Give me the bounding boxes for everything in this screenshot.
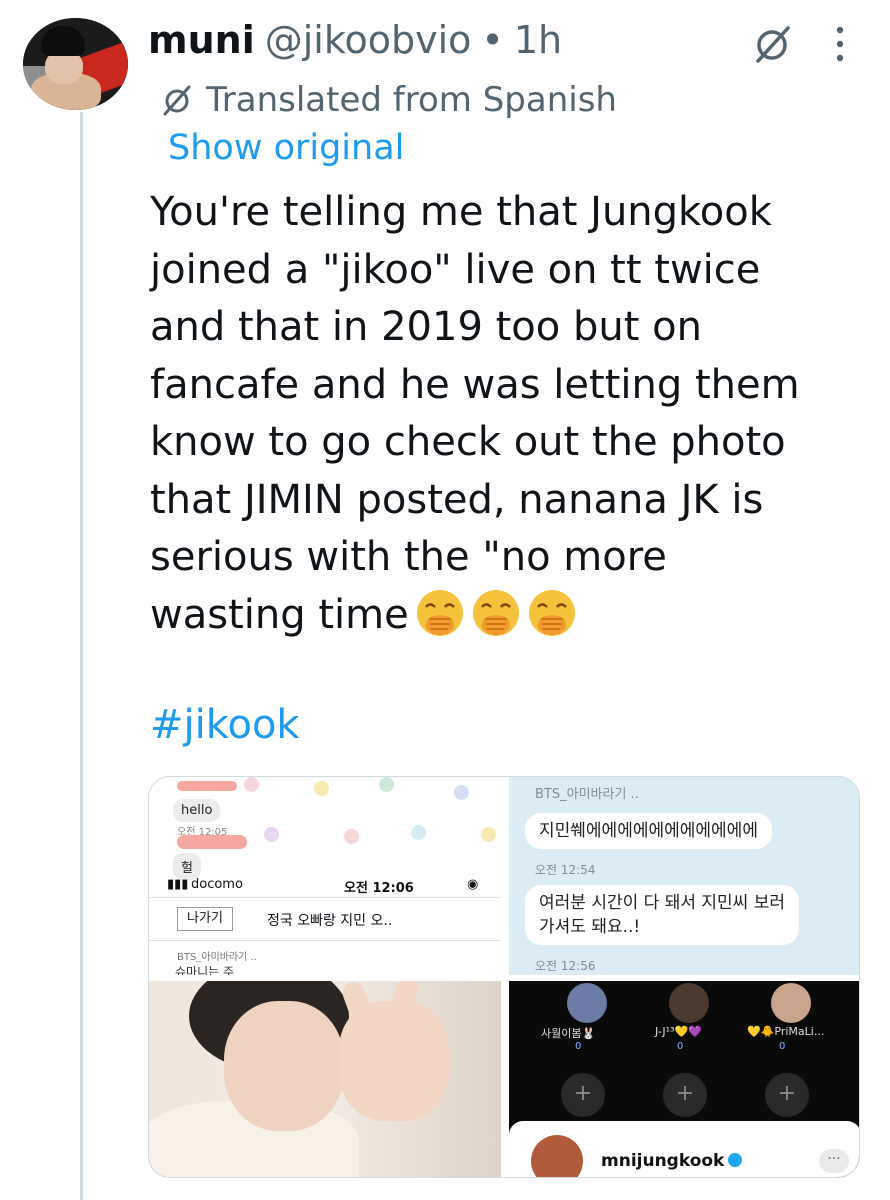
phone-status-bar: ▮▮▮ docomo 오전 12:06 ◉ (149, 873, 501, 896)
pastel-dot (481, 827, 496, 842)
chat-sub-name: BTS_아미바라기 .. (177, 952, 257, 963)
pastel-dot (314, 781, 329, 796)
media-image-selfie[interactable] (149, 981, 501, 1177)
tweet-text-line: that JIMIN posted, nanana JK is (150, 476, 764, 523)
pastel-dot (379, 777, 394, 792)
guest-avatar (567, 983, 607, 1023)
guest-count: 0 (677, 1041, 684, 1052)
tweet-text-line: know to go check out the photo (150, 419, 786, 465)
media-image-chat-screenshot[interactable]: hello 오전 12:05 헐 ▮▮▮ docomo 오전 12:06 ◉ 나… (149, 777, 501, 975)
pastel-dot (344, 829, 359, 844)
chat-time: 오전 12:56 (535, 959, 596, 973)
media-image-live-screen[interactable]: 사월이봄🐰 J-J¹³💛💜 💛🐥PriMaLi... 0 0 0 + + + m… (509, 981, 859, 1177)
tweet-text-line: joined a "jikoo" live on tt twice (150, 246, 761, 293)
chat-message-line: 가셔도 돼요..! (539, 917, 641, 937)
author-handle[interactable]: @jikoobvio (265, 18, 472, 62)
pastel-dot (454, 785, 469, 800)
add-guest-button: + (663, 1073, 707, 1117)
grok-icon[interactable] (750, 24, 794, 64)
thread-line (80, 112, 83, 1200)
guest-name: 💛🐥PriMaLi... (747, 1025, 825, 1038)
verified-icon (728, 1153, 743, 1167)
status-time: 오전 12:06 (344, 881, 414, 896)
more-options-icon[interactable] (830, 22, 850, 66)
chat-nav-row: 나가기 정국 오빠랑 지민 오.. (149, 897, 501, 941)
hand-over-mouth-emoji (528, 589, 575, 636)
translation-notice: Translated from Spanish (160, 80, 617, 120)
tweet-header: muni @jikoobvio • 1h (148, 18, 562, 68)
hand-over-mouth-emoji (416, 589, 463, 636)
hand-over-mouth-emoji (472, 589, 519, 636)
host-name-row: mnijungkook (601, 1151, 743, 1171)
add-guest-button: + (561, 1073, 605, 1117)
photo-face (224, 1001, 344, 1131)
guest-avatar (771, 983, 811, 1023)
chat-bubble-hello: hello (173, 799, 221, 822)
tweet-text: You're telling me that Jungkook joined a… (150, 184, 870, 644)
chat-message: 여러분 시간이 다 돼서 지민씨 보러 가셔도 돼요..! (525, 885, 799, 945)
chat-message: 지민쒜에에에에에에에에에에에 (525, 813, 772, 849)
room-title: 정국 오빠랑 지민 오.. (267, 913, 393, 929)
tweet-text-line: serious with the "no more (150, 534, 667, 580)
guest-name: 사월이봄🐰 (541, 1027, 596, 1040)
host-card: mnijungkook ··· (509, 1121, 859, 1177)
carrier-label: docomo (191, 877, 243, 892)
author-name[interactable]: muni (148, 18, 255, 62)
pastel-dot (411, 825, 426, 840)
media-image-fancafe-chat[interactable]: BTS_아미바라기 .. 지민쒜에에에에에에에에에에에 오전 12:54 여러분… (509, 777, 859, 975)
show-original-link[interactable]: Show original (168, 128, 404, 168)
chat-time: 오전 12:54 (535, 863, 596, 877)
tweet-text-line: You're telling me that Jungkook (150, 189, 772, 235)
separator-dot: • (481, 18, 504, 62)
media-grid: hello 오전 12:05 헐 ▮▮▮ docomo 오전 12:06 ◉ 나… (148, 776, 860, 1178)
host-name: mnijungkook (601, 1151, 725, 1171)
redacted-mark (177, 781, 237, 791)
add-guest-button: + (765, 1073, 809, 1117)
tweet-time[interactable]: 1h (514, 18, 562, 62)
hashtag-link[interactable]: #jikook (150, 702, 300, 748)
translated-label: Translated from Spanish (206, 80, 617, 120)
exit-button: 나가기 (177, 907, 233, 931)
chat-bottom-text: 슈마니는 주 (175, 965, 235, 975)
translate-icon (163, 85, 191, 116)
guest-count: 0 (575, 1041, 582, 1052)
host-avatar (531, 1135, 583, 1177)
redacted-mark (177, 835, 247, 849)
chat-message-line: 여러분 시간이 다 돼서 지민씨 보러 (539, 893, 785, 913)
more-icon: ··· (819, 1149, 849, 1173)
location-icon: ◉ (467, 877, 479, 892)
guest-name: J-J¹³💛💜 (655, 1025, 702, 1038)
chat-header: BTS_아미바라기 .. (535, 787, 639, 802)
tweet-text-last-line: wasting time (150, 587, 870, 645)
tweet-text-line: fancafe and he was letting them (150, 361, 800, 408)
tweet-text-line: wasting time (150, 591, 409, 638)
guest-count: 0 (779, 1041, 786, 1052)
signal-icon: ▮▮▮ (167, 877, 189, 892)
author-avatar[interactable] (23, 18, 128, 110)
pastel-dot (244, 777, 259, 792)
guest-avatar (669, 983, 709, 1023)
pastel-dot (264, 827, 279, 842)
tweet-text-line: and that in 2019 too but on (150, 304, 702, 350)
